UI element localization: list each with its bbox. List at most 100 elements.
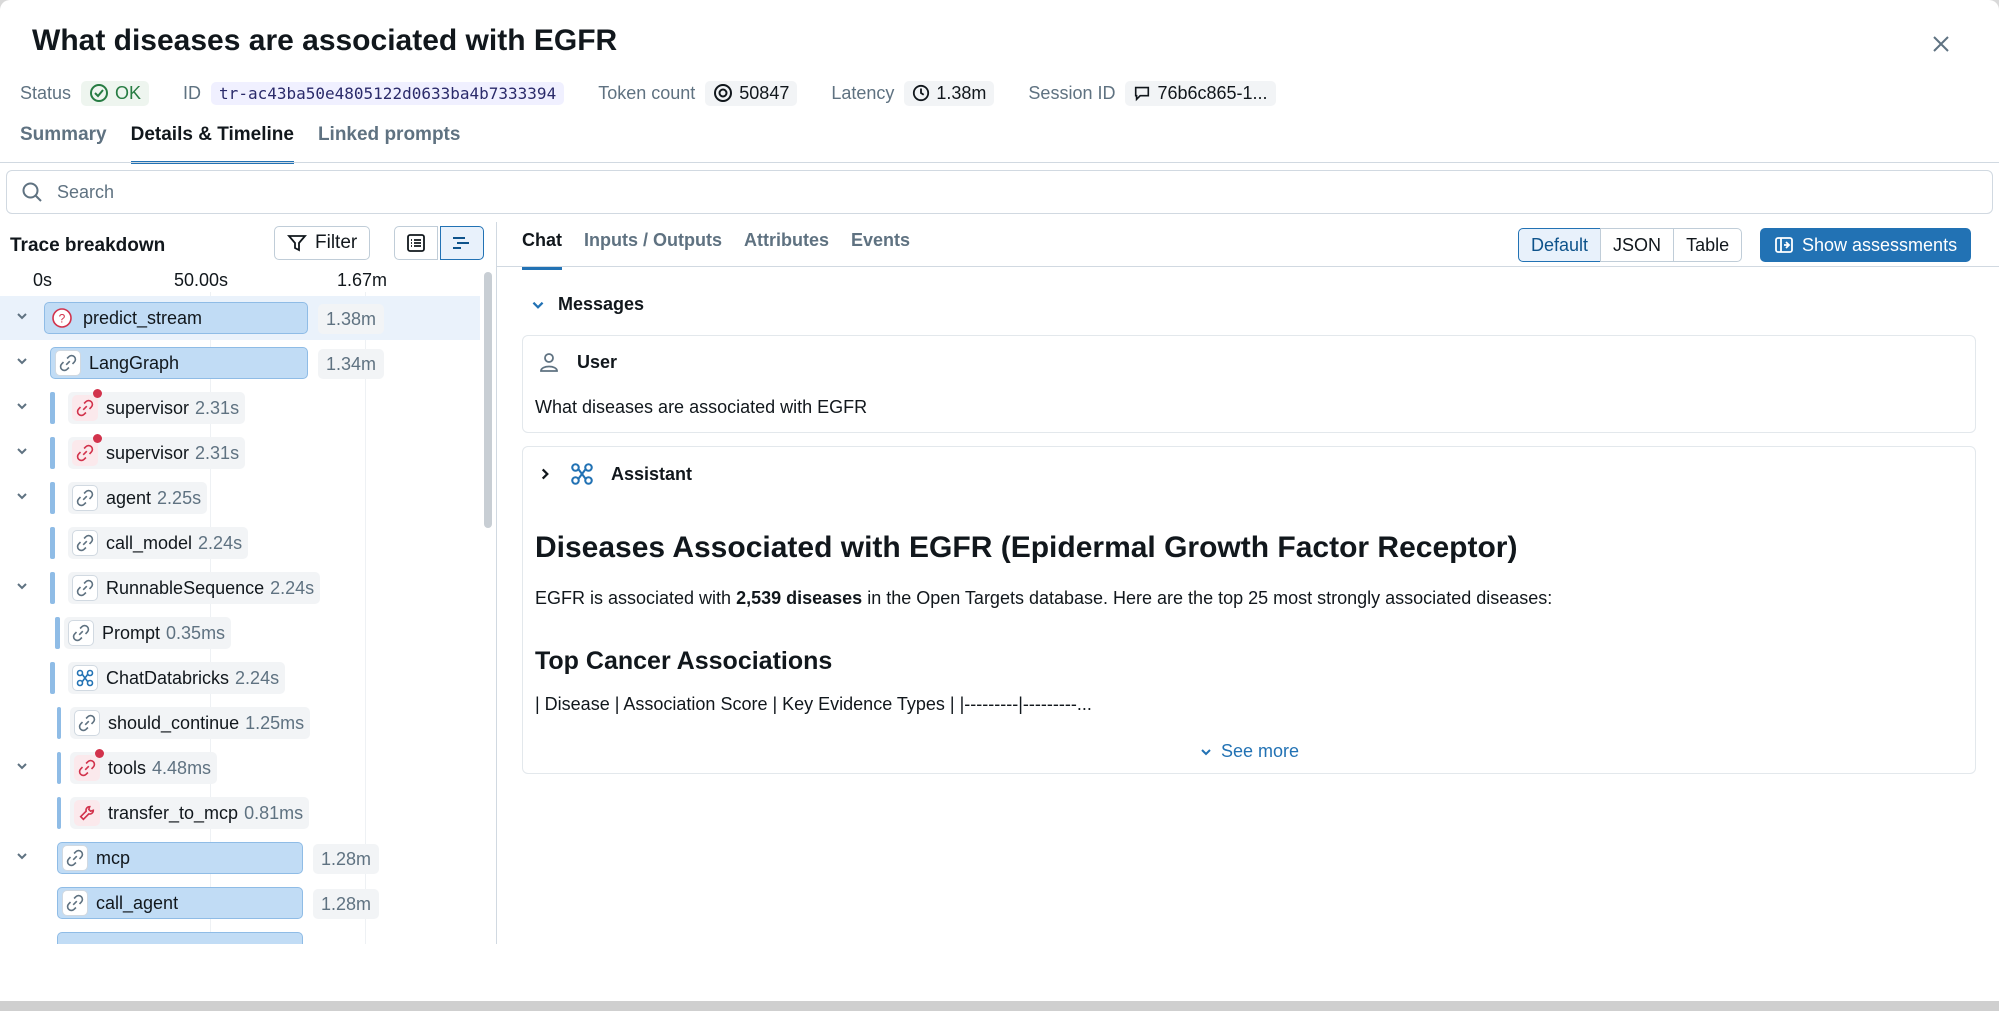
span-row-prompt[interactable]: Prompt 0.35ms — [0, 611, 480, 655]
user-icon — [540, 353, 558, 372]
span-duration: 1.28m — [313, 889, 380, 919]
span-label[interactable]: ChatDatabricks 2.24s — [68, 662, 286, 694]
tab-attributes[interactable]: Attributes — [744, 230, 829, 270]
token-label: Token count — [598, 82, 696, 103]
span-label[interactable]: should_continue 1.25ms — [70, 707, 311, 739]
span-row-supervisor[interactable]: supervisor 2.31s — [0, 386, 480, 430]
latency-value: 1.38m — [936, 82, 987, 103]
token-badge: 50847 — [705, 80, 798, 106]
span-bar-mini — [50, 572, 55, 604]
close-button[interactable] — [1923, 26, 1959, 62]
timeline-view-button[interactable] — [440, 226, 484, 260]
latency-label: Latency — [831, 82, 895, 103]
session-label: Session ID — [1028, 82, 1116, 103]
wrench-icon — [74, 800, 100, 826]
span-label[interactable]: supervisor 2.31s — [68, 389, 246, 424]
error-dot — [93, 434, 102, 443]
chevron-down-icon[interactable] — [12, 441, 32, 461]
chevron-down-icon[interactable] — [12, 846, 32, 866]
para-bold: 2,539 diseases — [736, 588, 863, 608]
link-icon — [62, 845, 88, 871]
id-meta: ID tr-ac43ba50e4805122d0633ba4b7333394 — [183, 81, 565, 105]
span-label[interactable]: agent 2.25s — [68, 482, 208, 514]
tab-inputs-outputs[interactable]: Inputs / Outputs — [584, 230, 722, 270]
span-label[interactable]: Prompt 0.35ms — [64, 617, 232, 649]
chevron-down-icon[interactable] — [12, 756, 32, 776]
span-row-agent[interactable]: agent 2.25s — [0, 476, 480, 520]
trace-title: Trace breakdown — [10, 235, 166, 256]
tab-linked-prompts[interactable]: Linked prompts — [318, 124, 461, 164]
tab-events[interactable]: Events — [851, 230, 910, 270]
main-tabs: Summary Details & Timeline Linked prompt… — [20, 124, 460, 164]
list-view-button[interactable] — [394, 226, 438, 260]
span-label[interactable]: call_model 2.24s — [68, 527, 249, 559]
span-row-should-continue[interactable]: should_continue 1.25ms — [0, 701, 480, 745]
link-icon — [72, 485, 98, 511]
span-label[interactable]: tools 4.48ms — [70, 749, 218, 784]
messages-header[interactable]: Messages — [530, 294, 644, 315]
search-input[interactable] — [55, 180, 1829, 204]
span-bar[interactable]: mcp — [57, 842, 303, 874]
span-row-transfer-to-mcp[interactable]: transfer_to_mcp 0.81ms — [0, 791, 480, 835]
span-name: tools — [108, 757, 147, 778]
chevron-down-icon[interactable] — [12, 306, 32, 326]
view-json-button[interactable]: JSON — [1600, 228, 1675, 262]
span-row-partial[interactable] — [0, 926, 480, 944]
span-label[interactable]: transfer_to_mcp 0.81ms — [70, 797, 310, 829]
check-circle-icon — [90, 84, 109, 102]
span-bar[interactable]: ? predict_stream — [44, 302, 308, 334]
trace-modal: What diseases are associated with EGFR S… — [0, 0, 1999, 1011]
chevron-down-icon[interactable] — [12, 576, 32, 596]
view-default-button[interactable]: Default — [1518, 228, 1602, 262]
scrollbar-thumb[interactable] — [484, 272, 492, 528]
show-assessments-button[interactable]: Show assessments — [1760, 228, 1972, 262]
error-dot — [93, 389, 102, 398]
chevron-down-icon[interactable] — [12, 351, 32, 371]
view-table-button[interactable]: Table — [1673, 228, 1743, 262]
span-name: transfer_to_mcp — [108, 802, 239, 823]
span-bar[interactable]: LangGraph — [50, 347, 308, 379]
span-label[interactable]: RunnableSequence 2.24s — [68, 572, 321, 604]
tab-summary[interactable]: Summary — [20, 124, 107, 164]
span-row-mcp[interactable]: mcp 1.28m — [0, 836, 480, 880]
span-duration: 2.25s — [157, 487, 202, 508]
span-name: supervisor — [106, 397, 190, 418]
assistant-role[interactable]: Assistant — [537, 461, 692, 487]
trace-id-value[interactable]: tr-ac43ba50e4805122d0633ba4b7333394 — [211, 81, 565, 105]
span-bar[interactable]: call_agent — [57, 887, 303, 919]
filter-button[interactable]: Filter — [274, 226, 371, 260]
session-badge[interactable]: 76b6c865-1... — [1125, 80, 1276, 106]
span-row-supervisor[interactable]: supervisor 2.31s — [0, 431, 480, 475]
chevron-down-icon[interactable] — [12, 396, 32, 416]
span-name: agent — [106, 487, 152, 508]
chevron-down-icon[interactable] — [12, 486, 32, 506]
modal-footer-space — [0, 944, 1999, 1001]
search-icon — [22, 182, 42, 202]
list-icon — [407, 234, 425, 252]
messages-title: Messages — [558, 294, 645, 314]
span-duration: 2.24s — [235, 667, 280, 688]
latency-badge: 1.38m — [904, 80, 995, 106]
span-row-tools[interactable]: tools 4.48ms — [0, 746, 480, 790]
span-row-predict-stream[interactable]: ? predict_stream 1.38m — [0, 296, 480, 340]
span-row-chat-databricks[interactable]: ChatDatabricks 2.24s — [0, 656, 480, 700]
span-name: supervisor — [106, 442, 190, 463]
span-name: ChatDatabricks — [106, 667, 230, 688]
tab-chat[interactable]: Chat — [522, 230, 562, 270]
span-bar[interactable] — [57, 932, 303, 944]
link-icon — [72, 575, 98, 601]
link-icon — [62, 890, 88, 916]
status-meta: Status OK — [20, 80, 150, 106]
span-row-call-agent[interactable]: call_agent 1.28m — [0, 881, 480, 925]
span-row-langgraph[interactable]: LangGraph 1.34m — [0, 341, 480, 385]
token-icon — [714, 84, 733, 102]
link-icon — [68, 620, 94, 646]
span-duration: 2.24s — [270, 577, 315, 598]
see-more-button[interactable]: See more — [1199, 741, 1299, 762]
detail-tabs: Chat Inputs / Outputs Attributes Events — [522, 230, 910, 270]
span-row-call-model[interactable]: call_model 2.24s — [0, 521, 480, 565]
span-label[interactable]: supervisor 2.31s — [68, 434, 246, 469]
span-bar-mini — [50, 662, 55, 694]
tab-details-timeline[interactable]: Details & Timeline — [130, 124, 294, 164]
span-row-runnable-sequence[interactable]: RunnableSequence 2.24s — [0, 566, 480, 610]
